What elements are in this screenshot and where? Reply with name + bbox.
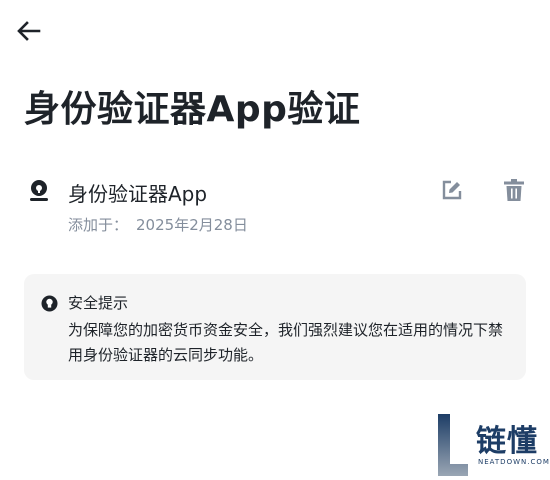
delete-button[interactable] [500,176,528,204]
back-button[interactable] [14,16,44,46]
watermark: 链懂 NEATDOWN.COM [436,412,550,480]
watermark-domain: NEATDOWN.COM [478,458,550,466]
authenticator-name: 身份验证器App [68,182,208,206]
authenticator-icon [30,180,48,201]
watermark-logo-icon [438,414,468,476]
tip-body: 为保障您的加密货币资金安全，我们强烈建议您在适用的情况下禁用身份验证器的云同步功… [68,321,504,364]
lightbulb-icon [41,295,58,312]
added-date-label: 添加于： [68,216,129,234]
page-title: 身份验证器App验证 [24,89,361,130]
tip-title: 安全提示 [68,294,129,312]
added-date-value: 2025年2月28日 [136,216,248,234]
arrow-left-icon [17,21,41,41]
edit-button[interactable] [438,176,466,204]
added-date: 添加于： 2025年2月28日 [68,214,248,235]
security-tip-card: 安全提示 为保障您的加密货币资金安全，我们强烈建议您在适用的情况下禁用身份验证器… [24,274,526,380]
authenticator-item: 身份验证器App 添加于： 2025年2月28日 [24,174,534,244]
edit-icon [442,180,462,200]
trash-icon [504,179,524,201]
watermark-brand: 链懂 [476,424,538,459]
